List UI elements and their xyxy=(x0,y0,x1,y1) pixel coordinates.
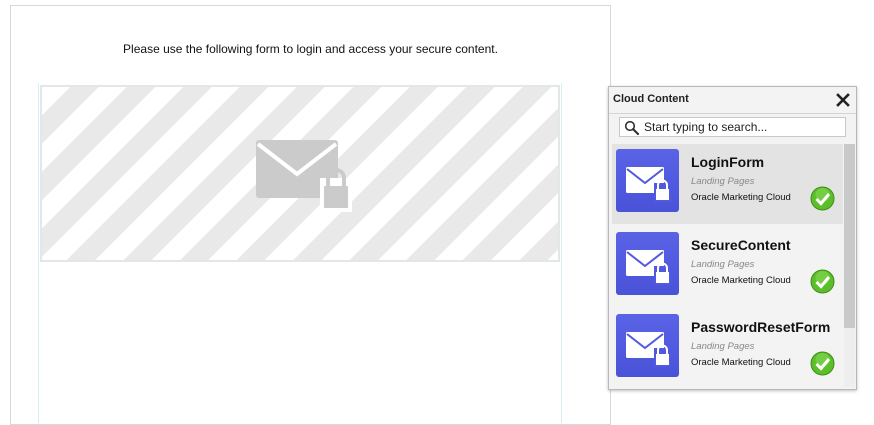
item-name: SecureContent xyxy=(691,237,791,253)
cloud-content-panel: Cloud Content LoginForm xyxy=(608,86,857,390)
item-source: Oracle Marketing Cloud xyxy=(691,275,791,286)
panel-header: Cloud Content xyxy=(609,87,856,114)
close-icon[interactable] xyxy=(835,90,851,108)
panel-title: Cloud Content xyxy=(613,93,689,105)
item-type: Landing Pages xyxy=(691,176,755,187)
content-list: LoginForm Landing Pages Oracle Marketing… xyxy=(612,144,843,387)
item-thumbnail xyxy=(616,232,679,295)
check-icon xyxy=(810,351,835,376)
list-item[interactable]: PasswordResetForm Landing Pages Oracle M… xyxy=(612,309,843,387)
list-item[interactable]: SecureContent Landing Pages Oracle Marke… xyxy=(612,227,843,307)
cloud-content-placeholder[interactable] xyxy=(40,85,560,262)
locked-envelope-icon xyxy=(256,140,352,212)
item-name: LoginForm xyxy=(691,154,765,170)
list-item[interactable]: LoginForm Landing Pages Oracle Marketing… xyxy=(612,144,843,224)
locked-envelope-icon xyxy=(626,250,671,285)
item-type: Landing Pages xyxy=(691,341,755,352)
item-thumbnail xyxy=(616,314,679,377)
check-icon xyxy=(810,269,835,294)
locked-envelope-icon xyxy=(626,332,671,367)
item-thumbnail xyxy=(616,149,679,212)
item-name: PasswordResetForm xyxy=(691,319,831,335)
search-box xyxy=(619,117,846,137)
item-source: Oracle Marketing Cloud xyxy=(691,357,791,368)
locked-envelope-icon xyxy=(626,167,671,202)
list-scrollbar[interactable] xyxy=(844,144,855,387)
search-input[interactable] xyxy=(644,119,840,135)
item-source: Oracle Marketing Cloud xyxy=(691,192,791,203)
search-icon xyxy=(624,120,640,136)
scroll-thumb[interactable] xyxy=(844,144,855,328)
intro-text: Please use the following form to login a… xyxy=(123,42,498,56)
check-icon xyxy=(810,186,835,211)
item-type: Landing Pages xyxy=(691,259,755,270)
